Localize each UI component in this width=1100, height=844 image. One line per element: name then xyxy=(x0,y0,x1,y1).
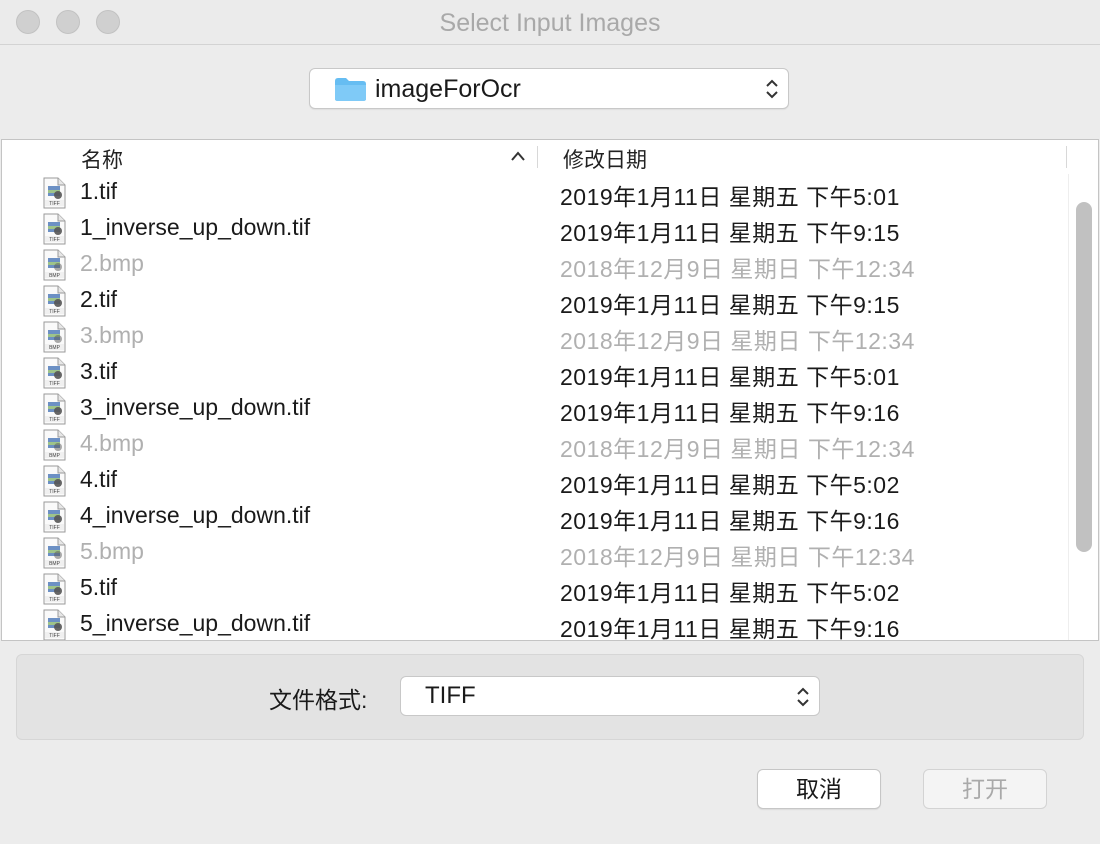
tiff-file-icon: TIFF xyxy=(43,573,66,605)
tiff-file-icon: TIFF xyxy=(43,213,66,245)
list-header: 名称 修改日期 xyxy=(2,140,1098,174)
sort-ascending-icon[interactable] xyxy=(510,150,526,162)
file-modified-date: 2019年1月11日 星期五 下午9:16 xyxy=(560,616,900,641)
file-type-label: BMP xyxy=(49,273,61,279)
file-row[interactable]: BMP 3.bmp 2018年12月9日 星期日 下午12:34 xyxy=(2,318,1068,354)
window-title: Select Input Images xyxy=(439,9,661,37)
file-list[interactable]: 名称 修改日期 TIFF 1.tif 2019年1月11日 星期五 下午5:01 TI… xyxy=(1,139,1099,641)
file-modified-date: 2019年1月11日 星期五 下午9:16 xyxy=(560,508,900,534)
file-name: 2.tif xyxy=(80,286,118,312)
file-modified-date: 2019年1月11日 星期五 下午9:15 xyxy=(560,220,900,246)
file-modified-date: 2018年12月9日 星期日 下午12:34 xyxy=(560,436,915,462)
column-divider[interactable] xyxy=(537,146,538,168)
tiff-file-icon: TIFF xyxy=(43,285,66,317)
file-row[interactable]: TIFF 5.tif 2019年1月11日 星期五 下午5:02 xyxy=(2,570,1068,606)
file-modified-date: 2018年12月9日 星期日 下午12:34 xyxy=(560,256,915,282)
bmp-file-icon: BMP xyxy=(43,249,66,281)
file-name: 3.tif xyxy=(80,358,118,384)
file-name: 5.bmp xyxy=(80,538,144,564)
file-name: 4.bmp xyxy=(80,430,144,456)
file-row[interactable]: TIFF 3_inverse_up_down.tif 2019年1月11日 星期五 … xyxy=(2,390,1068,426)
file-modified-date: 2019年1月11日 星期五 下午5:01 xyxy=(560,364,900,390)
file-modified-date: 2019年1月11日 星期五 下午9:16 xyxy=(560,400,900,426)
chevron-updown-icon xyxy=(766,79,778,99)
tiff-file-icon: TIFF xyxy=(43,393,66,425)
file-name: 4.tif xyxy=(80,466,118,492)
file-type-label: TIFF xyxy=(49,417,60,423)
tiff-file-icon: TIFF xyxy=(43,609,66,640)
file-type-label: TIFF xyxy=(49,237,60,243)
bmp-file-icon: BMP xyxy=(43,321,66,353)
file-name: 2.bmp xyxy=(80,250,144,276)
file-name: 4_inverse_up_down.tif xyxy=(80,502,311,528)
file-name: 3.bmp xyxy=(80,322,144,348)
file-type-label: BMP xyxy=(49,561,61,567)
file-modified-date: 2019年1月11日 星期五 下午5:02 xyxy=(560,580,900,606)
tiff-file-icon: TIFF xyxy=(43,501,66,533)
file-row[interactable]: TIFF 1.tif 2019年1月11日 星期五 下午5:01 xyxy=(2,174,1068,210)
bmp-file-icon: BMP xyxy=(43,537,66,569)
file-row[interactable]: BMP 4.bmp 2018年12月9日 星期日 下午12:34 xyxy=(2,426,1068,462)
file-name: 1.tif xyxy=(80,178,118,204)
file-type-label: TIFF xyxy=(49,489,60,495)
tiff-file-icon: TIFF xyxy=(43,357,66,389)
open-button[interactable]: 打开 xyxy=(923,769,1047,809)
file-format-select[interactable]: TIFF xyxy=(400,676,820,716)
file-type-label: BMP xyxy=(49,345,61,351)
file-type-label: TIFF xyxy=(49,309,60,315)
file-format-label: 文件格式: xyxy=(269,687,368,713)
file-modified-date: 2019年1月11日 星期五 下午9:15 xyxy=(560,292,900,318)
file-modified-date: 2019年1月11日 星期五 下午5:01 xyxy=(560,184,900,210)
column-header-name[interactable]: 名称 xyxy=(81,144,123,174)
file-row[interactable]: TIFF 5_inverse_up_down.tif 2019年1月11日 星期五 … xyxy=(2,606,1068,641)
tiff-file-icon: TIFF xyxy=(43,177,66,209)
scrollbar-thumb[interactable] xyxy=(1076,202,1092,552)
bmp-file-icon: BMP xyxy=(43,429,66,461)
file-format-value: TIFF xyxy=(425,682,476,709)
column-header-date[interactable]: 修改日期 xyxy=(563,144,647,174)
folder-icon xyxy=(335,78,366,101)
file-row[interactable]: BMP 5.bmp 2018年12月9日 星期日 下午12:34 xyxy=(2,534,1068,570)
file-row[interactable]: TIFF 3.tif 2019年1月11日 星期五 下午5:01 xyxy=(2,354,1068,390)
file-name: 5_inverse_up_down.tif xyxy=(80,610,311,636)
tiff-file-icon: TIFF xyxy=(43,465,66,497)
file-row[interactable]: TIFF 2.tif 2019年1月11日 星期五 下午9:15 xyxy=(2,282,1068,318)
file-name: 3_inverse_up_down.tif xyxy=(80,394,311,420)
file-format-panel: 文件格式: TIFF xyxy=(16,654,1084,740)
file-modified-date: 2018年12月9日 星期日 下午12:34 xyxy=(560,328,915,354)
file-type-label: BMP xyxy=(49,453,61,459)
file-type-label: TIFF xyxy=(49,525,60,531)
vertical-scrollbar[interactable] xyxy=(1068,174,1098,640)
folder-name: imageForOcr xyxy=(375,75,521,103)
folder-location-select[interactable]: imageForOcr xyxy=(309,68,789,109)
file-row[interactable]: TIFF 4_inverse_up_down.tif 2019年1月11日 星期五 … xyxy=(2,498,1068,534)
cancel-button[interactable]: 取消 xyxy=(757,769,881,809)
file-type-label: TIFF xyxy=(49,633,60,639)
file-row[interactable]: TIFF 1_inverse_up_down.tif 2019年1月11日 星期五 … xyxy=(2,210,1068,246)
file-rows: TIFF 1.tif 2019年1月11日 星期五 下午5:01 TIFF 1_inve… xyxy=(2,174,1068,641)
file-row[interactable]: TIFF 4.tif 2019年1月11日 星期五 下午5:02 xyxy=(2,462,1068,498)
file-type-label: TIFF xyxy=(49,201,60,207)
column-divider xyxy=(1066,146,1067,168)
file-type-label: TIFF xyxy=(49,597,60,603)
title-bar: Select Input Images xyxy=(0,0,1100,45)
file-modified-date: 2018年12月9日 星期日 下午12:34 xyxy=(560,544,915,570)
chevron-updown-icon xyxy=(797,687,809,707)
file-modified-date: 2019年1月11日 星期五 下午5:02 xyxy=(560,472,900,498)
file-type-label: TIFF xyxy=(49,381,60,387)
file-name: 5.tif xyxy=(80,574,118,600)
file-name: 1_inverse_up_down.tif xyxy=(80,214,311,240)
file-row[interactable]: BMP 2.bmp 2018年12月9日 星期日 下午12:34 xyxy=(2,246,1068,282)
